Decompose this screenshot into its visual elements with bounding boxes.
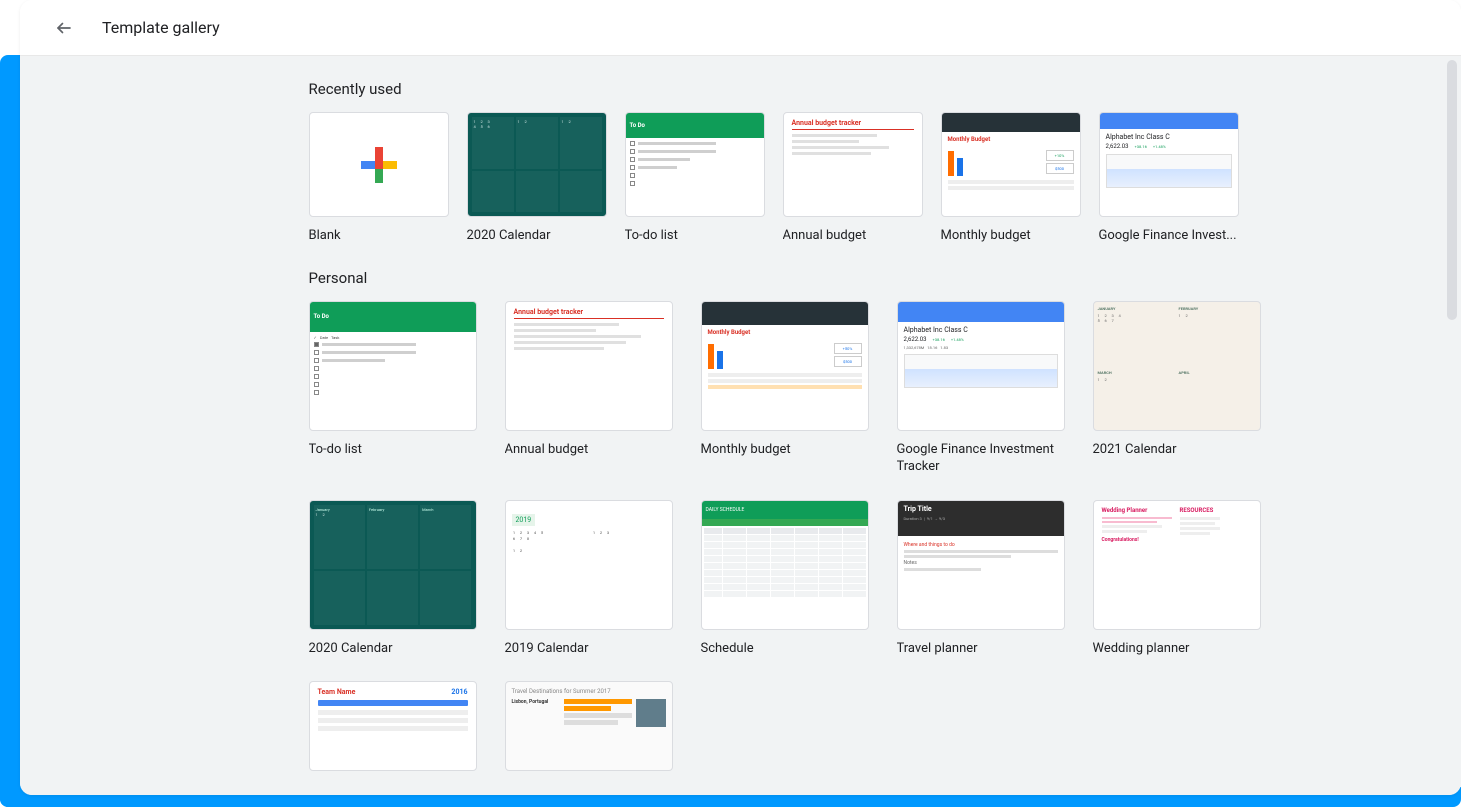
template-blank[interactable]: Blank: [309, 112, 449, 245]
card-label: 2019 Calendar: [505, 640, 673, 658]
card-label: To-do list: [625, 227, 765, 245]
section-title-personal: Personal: [119, 269, 1363, 287]
card-label: Wedding planner: [1093, 640, 1261, 658]
template-2020-calendar[interactable]: 123456 12 12 2020 Calendar: [467, 112, 607, 245]
card-label: 2021 Calendar: [1093, 441, 1261, 459]
thumb-team: Team Name 2016: [309, 681, 477, 771]
thumb-team-year: 2016: [451, 688, 467, 696]
thumb-year: 2019: [512, 514, 536, 526]
section-personal: Personal To Do ✓ Date Task: [71, 269, 1411, 795]
thumb-place: Lisbon, Portugal: [512, 699, 560, 705]
template-monthly-p[interactable]: Monthly Budget +50% $500 Monthly b: [701, 301, 869, 476]
thumb-monthly: Monthly Budget +10% $500: [941, 112, 1081, 217]
thumb-todo: To Do: [625, 112, 765, 217]
card-label: Monthly budget: [941, 227, 1081, 245]
thumb-title: Monthly Budget: [708, 329, 862, 336]
thumb-price: 2,622.03: [904, 336, 927, 343]
scrollbar[interactable]: [1447, 60, 1457, 320]
thumb-title: Travel Destinations for Summer 2017: [512, 688, 666, 695]
thumb-header: To Do: [310, 302, 476, 333]
thumb-travel: Trip Title Duration 3 | 9/1 → 9/3 Where …: [897, 500, 1065, 630]
template-todo[interactable]: To Do To-do list: [625, 112, 765, 245]
template-wedding-planner[interactable]: Wedding Planner Congratulations! RESOURC…: [1093, 500, 1261, 658]
template-todo-p[interactable]: To Do ✓ Date Task To-do list: [309, 301, 477, 476]
personal-row-1: To Do ✓ Date Task To-do list: [119, 301, 1363, 476]
template-travel-destinations[interactable]: Travel Destinations for Summer 2017 Lisb…: [505, 681, 673, 781]
thumb-blank: [309, 112, 449, 217]
template-gallery-window: Template gallery Recently used Blank: [20, 0, 1461, 795]
template-schedule[interactable]: DAILY SCHEDULE: [701, 500, 869, 658]
thumb-monthly: Monthly Budget +50% $500: [701, 301, 869, 431]
thumb-delta: +38.16: [933, 337, 945, 342]
template-2021-calendar[interactable]: JANUARY1234567 FEBRUARY12 MARCH12 APRIL …: [1093, 301, 1261, 476]
thumb-team-name: Team Name: [318, 688, 356, 696]
thumb-stock-pct: +1.48%: [1153, 144, 1166, 149]
thumb-finance: Alphabet Inc Class C 2,622.03 +38.16 +1.48…: [1099, 112, 1239, 217]
plus-icon: [361, 147, 397, 183]
card-label: Annual budget: [783, 227, 923, 245]
template-team-roster[interactable]: Team Name 2016: [309, 681, 477, 781]
thumb-finance: Alphabet Inc Class C 2,622.03 +38.16 +1.48…: [897, 301, 1065, 431]
thumb-stat: $500: [1046, 163, 1074, 174]
card-label: Blank: [309, 227, 449, 245]
thumb-col-title: Wedding Planner: [1102, 507, 1172, 514]
template-finance-p[interactable]: Alphabet Inc Class C 2,622.03 +38.16 +1.48…: [897, 301, 1065, 476]
thumb-title: Annual budget tracker: [514, 308, 664, 316]
thumb-stock-price: 2,622.03: [1106, 143, 1129, 150]
thumb-monthly-title: Monthly Budget: [948, 136, 1074, 143]
card-label: Google Finance Invest...: [1099, 227, 1239, 245]
template-google-finance[interactable]: Alphabet Inc Class C 2,622.03 +38.16 +1.48…: [1099, 112, 1239, 245]
template-annual-budget[interactable]: Annual budget tracker Annual budget: [783, 112, 923, 245]
section-title-recent: Recently used: [119, 80, 1363, 98]
template-travel-planner[interactable]: Trip Title Duration 3 | 9/1 → 9/3 Where …: [897, 500, 1065, 658]
card-label: Annual budget: [505, 441, 673, 459]
thumb-schedule: DAILY SCHEDULE: [701, 500, 869, 630]
thumb-header: DAILY SCHEDULE: [702, 501, 868, 519]
template-2020-calendar-p[interactable]: January12 February March 2020 Calendar: [309, 500, 477, 658]
thumb-todo: To Do ✓ Date Task: [309, 301, 477, 431]
thumb-todo-header: To Do: [626, 113, 764, 138]
back-button[interactable]: [44, 8, 84, 48]
content-area: Recently used Blank 123: [20, 56, 1461, 795]
personal-row-3: Team Name 2016 Travel Destinations for S…: [119, 681, 1363, 781]
template-2019-calendar[interactable]: 2019 12345678 123 12 2019 Calendar: [505, 500, 673, 658]
card-label: Travel planner: [897, 640, 1065, 658]
thumb-pct: +1.48%: [951, 337, 964, 342]
card-label: Schedule: [701, 640, 869, 658]
card-label: Monthly budget: [701, 441, 869, 459]
card-label: Google Finance Investment Tracker: [897, 441, 1065, 476]
thumb-annual: Annual budget tracker: [505, 301, 673, 431]
thumb-stock-delta: +38.16: [1135, 144, 1147, 149]
thumb-annual: Annual budget tracker: [783, 112, 923, 217]
thumb-2019: 2019 12345678 123 12: [505, 500, 673, 630]
card-label: 2020 Calendar: [467, 227, 607, 245]
template-annual-p[interactable]: Annual budget tracker Annual budget: [505, 301, 673, 476]
section-recently-used: Recently used Blank 123: [71, 80, 1411, 269]
template-monthly-budget[interactable]: Monthly Budget +10% $500 Monthly b: [941, 112, 1081, 245]
thumb-2021: JANUARY1234567 FEBRUARY12 MARCH12 APRIL: [1093, 301, 1261, 431]
page-title: Template gallery: [102, 18, 220, 37]
thumb-stat: +10%: [1046, 150, 1074, 161]
thumb-2020: January12 February March: [309, 500, 477, 630]
personal-row-2: January12 February March 2020 Calendar 2…: [119, 500, 1363, 658]
card-label: 2020 Calendar: [309, 640, 477, 658]
thumb-stock-name: Alphabet Inc Class C: [1106, 133, 1232, 141]
thumb-col-title: RESOURCES: [1180, 507, 1220, 514]
card-label: To-do list: [309, 441, 477, 459]
thumb-annual-title: Annual budget tracker: [792, 119, 914, 127]
arrow-left-icon: [55, 19, 73, 37]
thumb-title: Trip Title: [904, 505, 1058, 513]
recent-row: Blank 123456 12 12 2020 Calendar: [119, 112, 1363, 245]
thumb-stat: $500: [834, 356, 862, 367]
header: Template gallery: [20, 0, 1461, 56]
thumb-wedding: Wedding Planner Congratulations! RESOURC…: [1093, 500, 1261, 630]
thumb-name: Alphabet Inc Class C: [904, 326, 1058, 334]
thumb-destinations: Travel Destinations for Summer 2017 Lisb…: [505, 681, 673, 771]
thumb-2020-calendar: 123456 12 12: [467, 112, 607, 217]
